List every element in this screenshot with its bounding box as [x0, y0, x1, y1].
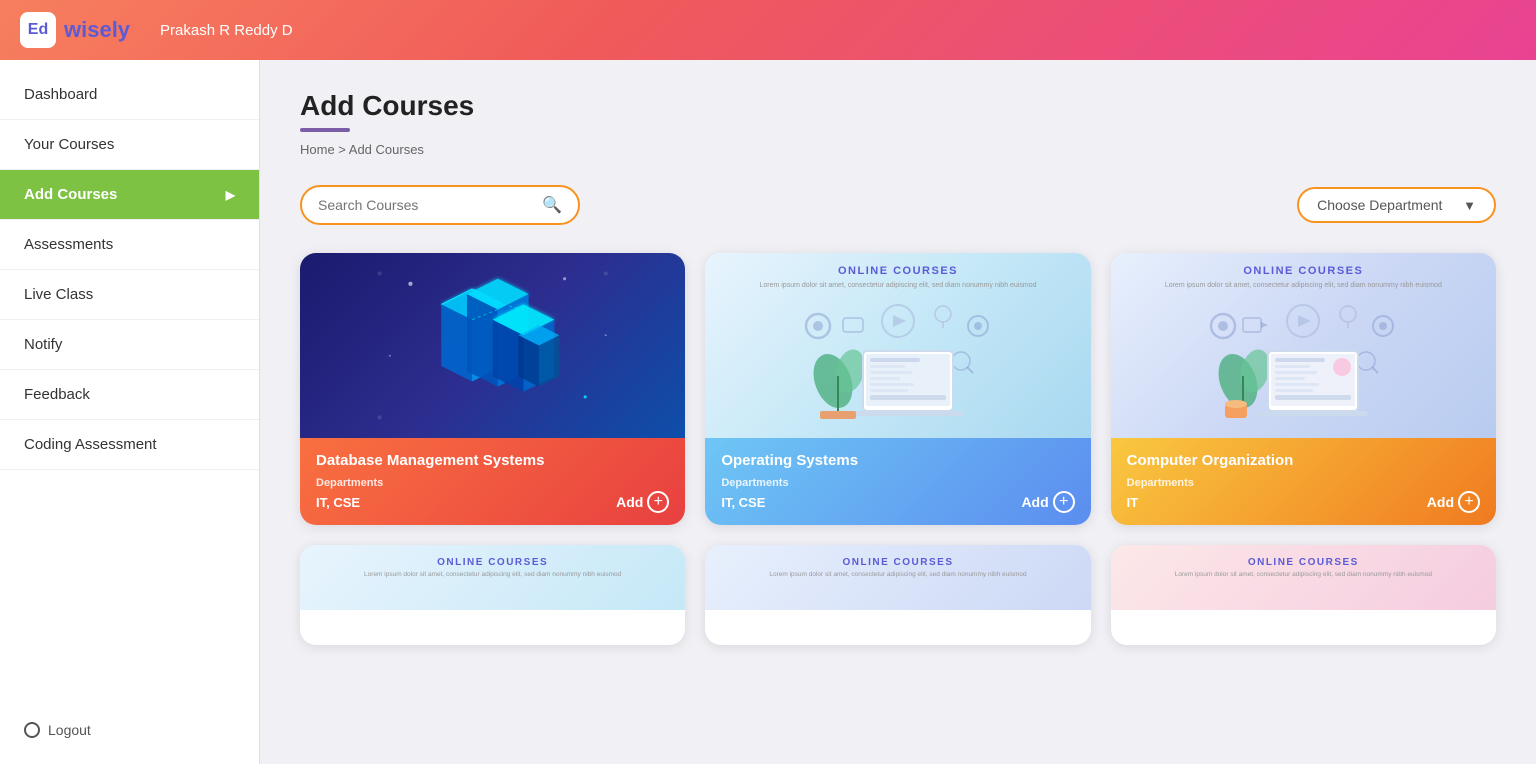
oc-title-co: ONLINE COURSES — [1111, 265, 1496, 277]
bottom-card-3-title: ONLINE COURSES — [1123, 553, 1484, 568]
card-dept-value-os: IT, CSE — [721, 495, 765, 510]
content-area: Add Courses Home > Add Courses 🔍 Choose … — [260, 60, 1536, 764]
search-button[interactable]: 🔍 — [542, 195, 562, 215]
card-dept-value-co: IT — [1127, 495, 1139, 510]
card-title-db: Database Management Systems — [316, 452, 669, 469]
card-dept-label-co: Departments — [1127, 477, 1480, 489]
bottom-card-3-sub: Lorem ipsum dolor sit amet, consectetur … — [1111, 567, 1496, 582]
controls-row: 🔍 Choose Department IT CSE ECE EEE MECH … — [300, 185, 1496, 225]
card-image-os: ONLINE COURSES Lorem ipsum dolor sit ame… — [705, 253, 1090, 438]
sidebar-item-feedback[interactable]: Feedback — [0, 370, 259, 420]
online-course-graphic-co: ONLINE COURSES Lorem ipsum dolor sit ame… — [1111, 253, 1496, 438]
course-card-db: Database Management Systems Departments … — [300, 253, 685, 525]
page-title: Add Courses — [300, 90, 1496, 122]
logo-ed: Ed — [28, 21, 48, 39]
sidebar-item-add-courses[interactable]: Add Courses ▶ — [0, 170, 259, 220]
card-info-db: Database Management Systems Departments … — [300, 438, 685, 525]
bottom-card-2-image: ONLINE COURSES Lorem ipsum dolor sit ame… — [705, 545, 1090, 610]
card-dept-row-os: IT, CSE Add + — [721, 491, 1074, 513]
bottom-cards-grid: ONLINE COURSES Lorem ipsum dolor sit ame… — [300, 545, 1496, 645]
logo-box: Ed — [20, 12, 56, 48]
search-wrapper: 🔍 — [300, 185, 580, 225]
sidebar-item-live-class[interactable]: Live Class — [0, 270, 259, 320]
bottom-card-2-title: ONLINE COURSES — [717, 553, 1078, 568]
card-dept-row-db: IT, CSE Add + — [316, 491, 669, 513]
logo-area: Ed wisely — [20, 12, 130, 48]
title-underline — [300, 128, 350, 132]
add-button-os[interactable]: Add + — [1021, 491, 1074, 513]
main-layout: Dashboard Your Courses Add Courses ▶ Ass… — [0, 60, 1536, 764]
logout-icon — [24, 722, 40, 738]
search-input[interactable] — [318, 197, 542, 213]
add-courses-arrow: ▶ — [226, 188, 235, 202]
card-dept-label-os: Departments — [721, 477, 1074, 489]
sidebar: Dashboard Your Courses Add Courses ▶ Ass… — [0, 60, 260, 764]
card-image-co: ONLINE COURSES Lorem ipsum dolor sit ame… — [1111, 253, 1496, 438]
bottom-card-1-sub: Lorem ipsum dolor sit amet, consectetur … — [300, 567, 685, 582]
bottom-card-3: ONLINE COURSES Lorem ipsum dolor sit ame… — [1111, 545, 1496, 645]
add-button-db[interactable]: Add + — [616, 491, 669, 513]
card-dept-row-co: IT Add + — [1127, 491, 1480, 513]
card-info-os: Operating Systems Departments IT, CSE Ad… — [705, 438, 1090, 525]
card-title-os: Operating Systems — [721, 452, 1074, 469]
db-illustration — [300, 253, 685, 438]
bottom-card-1: ONLINE COURSES Lorem ipsum dolor sit ame… — [300, 545, 685, 645]
course-card-co: ONLINE COURSES Lorem ipsum dolor sit ame… — [1111, 253, 1496, 525]
bottom-card-1-image: ONLINE COURSES Lorem ipsum dolor sit ame… — [300, 545, 685, 610]
card-title-co: Computer Organization — [1127, 452, 1480, 469]
card-info-co: Computer Organization Departments IT Add… — [1111, 438, 1496, 525]
sidebar-item-coding-assessment[interactable]: Coding Assessment — [0, 420, 259, 470]
logo-text: wisely — [64, 17, 130, 43]
add-circle-icon-os: + — [1053, 491, 1075, 513]
add-circle-icon-db: + — [647, 491, 669, 513]
bottom-card-2-sub: Lorem ipsum dolor sit amet, consectetur … — [705, 567, 1090, 582]
header-username: Prakash R Reddy D — [160, 22, 293, 39]
sidebar-item-dashboard[interactable]: Dashboard — [0, 70, 259, 120]
breadcrumb: Home > Add Courses — [300, 142, 1496, 157]
co-illustration — [1193, 276, 1413, 436]
card-dept-value-db: IT, CSE — [316, 495, 360, 510]
logout-label: Logout — [48, 722, 91, 738]
os-illustration — [788, 276, 1008, 436]
courses-grid: Database Management Systems Departments … — [300, 253, 1496, 525]
department-chevron-icon: ▼ — [1463, 198, 1476, 213]
oc-sub-co: Lorem ipsum dolor sit amet, consectetur … — [1131, 281, 1476, 291]
online-course-graphic-os: ONLINE COURSES Lorem ipsum dolor sit ame… — [705, 253, 1090, 438]
sidebar-item-your-courses[interactable]: Your Courses — [0, 120, 259, 170]
bottom-card-2: ONLINE COURSES Lorem ipsum dolor sit ame… — [705, 545, 1090, 645]
app-header: Ed wisely Prakash R Reddy D — [0, 0, 1536, 60]
oc-sub-os: Lorem ipsum dolor sit amet, consectetur … — [725, 281, 1070, 291]
add-button-co[interactable]: Add + — [1427, 491, 1480, 513]
logout-button[interactable]: Logout — [0, 706, 259, 754]
department-select-wrapper: Choose Department IT CSE ECE EEE MECH CI… — [1297, 187, 1496, 223]
bottom-card-1-title: ONLINE COURSES — [312, 553, 673, 568]
logo-wisely: wisely — [64, 17, 130, 42]
sidebar-item-assessments[interactable]: Assessments — [0, 220, 259, 270]
course-card-os: ONLINE COURSES Lorem ipsum dolor sit ame… — [705, 253, 1090, 525]
card-dept-label-db: Departments — [316, 477, 669, 489]
department-select[interactable]: Choose Department IT CSE ECE EEE MECH CI… — [1317, 197, 1463, 213]
sidebar-item-notify[interactable]: Notify — [0, 320, 259, 370]
bottom-card-3-image: ONLINE COURSES Lorem ipsum dolor sit ame… — [1111, 545, 1496, 610]
oc-title-os: ONLINE COURSES — [705, 265, 1090, 277]
card-image-db — [300, 253, 685, 438]
add-circle-icon-co: + — [1458, 491, 1480, 513]
